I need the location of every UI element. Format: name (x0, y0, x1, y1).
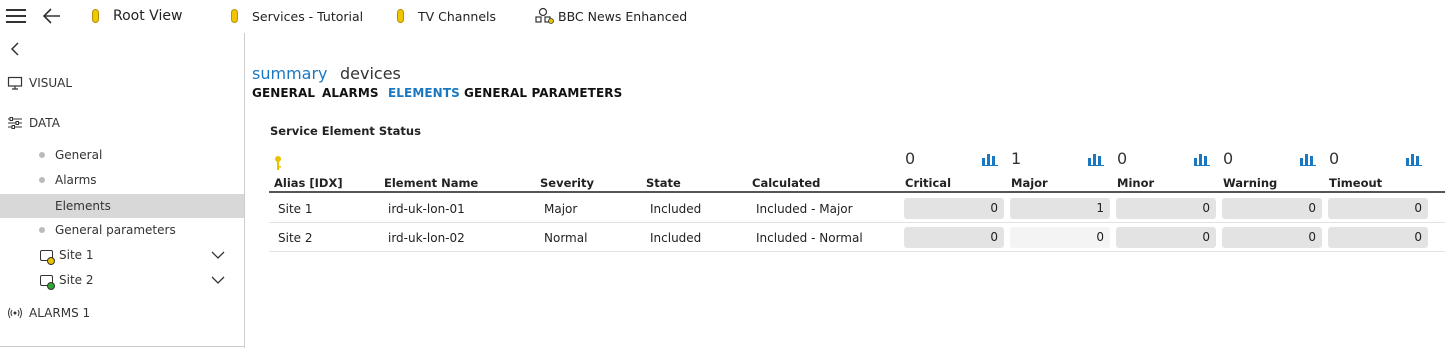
sidebar-alarms[interactable]: ALARMS 1 (7, 306, 90, 320)
cell-calculated: Included - Major (756, 202, 853, 216)
cell-critical: 0 (904, 227, 1004, 248)
table-row[interactable]: Site 1 ird-uk-lon-01 Major Included Incl… (269, 194, 1445, 223)
bar-chart-icon[interactable] (1300, 152, 1316, 166)
table-row[interactable]: Site 2 ird-uk-lon-02 Normal Included Inc… (269, 223, 1445, 252)
bar-chart-icon[interactable] (1406, 152, 1422, 166)
sidebar-item-elements[interactable]: Elements (0, 194, 244, 218)
critical-count: 0 (905, 149, 916, 168)
sidebar: VISUAL DATA General Alarms Elements Gene… (0, 33, 245, 348)
sidebar-site-2[interactable]: Site 2 (0, 269, 244, 293)
site-label: Site 1 (59, 248, 94, 262)
warning-count: 0 (1223, 149, 1234, 168)
subtab-alarms[interactable]: ALARMS (322, 86, 379, 100)
breadcrumb-bbc-news-enhanced[interactable]: BBC News Enhanced (535, 5, 687, 27)
status-led-icon (47, 282, 55, 290)
column-header-warning[interactable]: Warning (1223, 176, 1277, 190)
cell-state: Included (650, 202, 702, 216)
chevron-left-icon[interactable] (8, 41, 22, 57)
breadcrumb-label: Root View (113, 8, 183, 24)
breadcrumb-label: Services - Tutorial (252, 8, 364, 24)
header-divider (269, 191, 1445, 193)
sidebar-item-general[interactable]: General (0, 143, 244, 167)
column-header-state[interactable]: State (646, 176, 681, 190)
sidebar-data-label: DATA (29, 116, 60, 130)
bar-chart-icon[interactable] (1088, 152, 1104, 166)
section-title: Service Element Status (270, 124, 421, 138)
cell-alias: Site 2 (278, 231, 313, 245)
sidebar-alarms-label: ALARMS 1 (29, 306, 91, 320)
site-label: Site 2 (59, 273, 94, 287)
status-led-icon (47, 257, 55, 265)
bar-chart-icon[interactable] (982, 152, 998, 166)
major-count: 1 (1011, 149, 1022, 168)
column-header-timeout[interactable]: Timeout (1329, 176, 1382, 190)
breadcrumb-tv-channels[interactable]: TV Channels (397, 5, 496, 27)
cell-warning: 0 (1222, 198, 1322, 219)
cell-minor: 0 (1116, 198, 1216, 219)
subtab-general-parameters[interactable]: GENERAL PARAMETERS (464, 86, 622, 100)
sidebar-visual[interactable]: VISUAL (7, 76, 72, 90)
cell-critical: 0 (904, 198, 1004, 219)
cell-major: 1 (1010, 198, 1110, 219)
column-header-major[interactable]: Major (1011, 176, 1048, 190)
breadcrumb-label: TV Channels (418, 8, 496, 24)
view-pill-icon (92, 9, 99, 23)
hamburger-menu-icon[interactable] (6, 9, 26, 23)
broadcast-icon (8, 307, 22, 319)
sidebar-item-label: Alarms (55, 173, 97, 187)
cell-severity: Normal (544, 231, 588, 245)
subtab-elements[interactable]: ELEMENTS (388, 86, 460, 100)
sidebar-item-label: Elements (55, 199, 111, 213)
chevron-down-icon[interactable] (211, 250, 225, 260)
breadcrumb-label: BBC News Enhanced (558, 8, 688, 24)
cell-alias: Site 1 (278, 202, 313, 216)
column-header-critical[interactable]: Critical (905, 176, 951, 190)
breadcrumb-services-tutorial[interactable]: Services - Tutorial (231, 5, 363, 27)
cell-state: Included (650, 231, 702, 245)
subtab-general[interactable]: GENERAL (252, 86, 315, 100)
view-pill-icon (231, 9, 238, 23)
monitor-icon (7, 76, 23, 90)
sidebar-item-label: General (55, 148, 103, 162)
column-header-minor[interactable]: Minor (1117, 176, 1154, 190)
key-icon (275, 156, 281, 170)
cell-timeout: 0 (1328, 198, 1428, 219)
tab-devices[interactable]: devices (340, 64, 401, 83)
sidebar-item-alarms[interactable]: Alarms (0, 168, 244, 192)
back-arrow-icon[interactable] (40, 5, 64, 27)
column-header-alias[interactable]: Alias [IDX] (274, 176, 343, 190)
top-bar: Root View Services - Tutorial TV Channel… (0, 0, 1445, 33)
timeout-count: 0 (1329, 149, 1340, 168)
cell-calculated: Included - Normal (756, 231, 863, 245)
tab-summary[interactable]: summary (252, 64, 328, 83)
sidebar-item-general-parameters[interactable]: General parameters (0, 218, 244, 242)
cell-minor: 0 (1116, 227, 1216, 248)
bullet-icon (39, 227, 45, 233)
cell-element-name: ird-uk-lon-01 (388, 202, 465, 216)
sidebar-visual-label: VISUAL (29, 76, 73, 90)
main-panel: summary devices GENERAL ALARMS ELEMENTS … (246, 33, 1445, 348)
view-pill-icon (397, 9, 404, 23)
sliders-icon (8, 117, 22, 129)
bullet-icon (39, 152, 45, 158)
column-header-element-name[interactable]: Element Name (384, 176, 478, 190)
divider (0, 346, 244, 347)
cell-major: 0 (1010, 227, 1110, 248)
service-icon (535, 7, 554, 24)
cell-severity: Major (544, 202, 578, 216)
breadcrumb-root-view[interactable]: Root View (92, 5, 182, 27)
bullet-icon (39, 177, 45, 183)
cell-warning: 0 (1222, 227, 1322, 248)
minor-count: 0 (1117, 149, 1128, 168)
cell-timeout: 0 (1328, 227, 1428, 248)
sidebar-site-1[interactable]: Site 1 (0, 244, 244, 268)
chevron-down-icon[interactable] (211, 275, 225, 285)
sidebar-item-label: General parameters (55, 223, 176, 237)
sidebar-data[interactable]: DATA (7, 116, 60, 130)
column-header-severity[interactable]: Severity (540, 176, 594, 190)
bar-chart-icon[interactable] (1194, 152, 1210, 166)
column-header-calculated[interactable]: Calculated (752, 176, 820, 190)
cell-element-name: ird-uk-lon-02 (388, 231, 465, 245)
